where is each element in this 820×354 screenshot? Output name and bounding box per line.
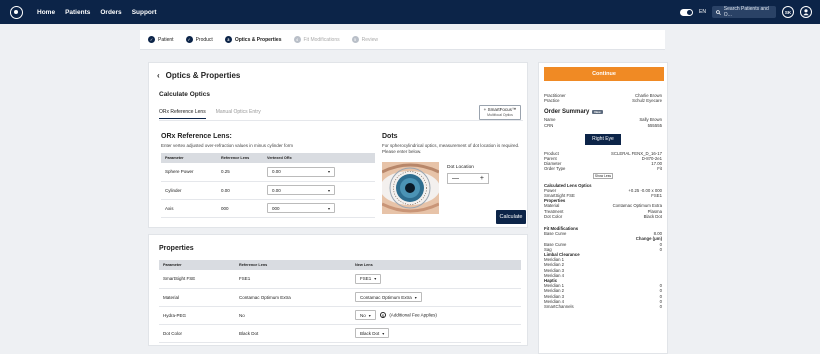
step-review[interactable]: 5 Review xyxy=(351,36,378,43)
order-stepper: ✓ Patient ✓ Product 3 Optics & Propertie… xyxy=(140,30,665,50)
continue-button[interactable]: Continue xyxy=(544,67,664,81)
chevron-down-icon: ▾ xyxy=(374,276,377,282)
hydra-peg-select[interactable]: No ▾ xyxy=(355,310,376,320)
avatar[interactable]: SK xyxy=(782,6,794,18)
smartfocus-button[interactable]: + SmartFocus™ Multifocal Optics xyxy=(479,105,521,120)
dot-location-stepper[interactable]: — + xyxy=(447,173,489,184)
tab-divider xyxy=(159,120,523,121)
order-summary-title: Order Summary New xyxy=(544,109,603,116)
step-fit-modifications[interactable]: 4 Fit Modifications xyxy=(293,36,340,43)
column-header: Reference Lens xyxy=(235,260,351,270)
chevron-down-icon: ▾ xyxy=(327,187,330,193)
search-input[interactable]: Search Patients and O... xyxy=(724,6,776,18)
optics-tabs: ORx Reference Lens Manual Optics Entry xyxy=(159,109,261,119)
step-number: 3 xyxy=(224,36,232,43)
nav-home[interactable]: Home xyxy=(37,9,55,16)
dollar-icon: $ xyxy=(380,311,387,318)
column-header: Vertexed ORx xyxy=(263,153,375,163)
check-icon: ✓ xyxy=(185,36,193,43)
global-search[interactable]: Search Patients and O... xyxy=(712,6,776,18)
properties-title: Properties xyxy=(159,245,194,252)
orx-table: Parameter Reference Lens Vertexed ORx Sp… xyxy=(161,153,375,218)
dot-color-select[interactable]: Black Dot ▾ xyxy=(355,328,390,338)
sphere-power-select[interactable]: 0.00 ▾ xyxy=(267,166,335,177)
show-less-button[interactable]: Show Less xyxy=(593,172,613,179)
column-header: Parameter xyxy=(159,260,235,270)
back-chevron-icon[interactable]: ‹ xyxy=(157,71,160,80)
fee-note: (Additional Fee Applies) xyxy=(389,312,437,318)
dots-description: For spherocylindrical optics, measuremen… xyxy=(382,143,520,154)
column-header: Reference Lens xyxy=(217,153,263,163)
language-toggle[interactable] xyxy=(680,8,694,16)
calculate-optics-heading: Calculate Optics xyxy=(159,91,210,98)
search-icon xyxy=(716,9,721,15)
chevron-down-icon: ▾ xyxy=(368,312,371,318)
table-row: SmartSight FSE FSE1 FSE1 ▾ xyxy=(159,270,521,289)
properties-card: Properties Parameter Reference Lens New … xyxy=(148,234,528,346)
optics-card: ‹ Optics & Properties Calculate Optics O… xyxy=(148,62,528,228)
column-header: New Lens xyxy=(351,260,521,270)
column-header: Parameter xyxy=(161,153,217,163)
tab-orx-reference[interactable]: ORx Reference Lens xyxy=(159,109,206,119)
table-row: Hydra-PEG No No ▾ $ (Additional Fee Appli… xyxy=(159,306,521,325)
calculate-button[interactable]: Calculate xyxy=(496,210,526,224)
status-badge: New xyxy=(592,110,603,115)
step-patient[interactable]: ✓ Patient xyxy=(148,36,174,43)
order-summary-panel: Continue Practitioner Charlie Brown Pract… xyxy=(538,62,668,354)
dots-title: Dots xyxy=(382,133,398,140)
brand-logo[interactable] xyxy=(10,5,23,19)
dot-location-label: Dot Location xyxy=(447,165,474,170)
top-nav-bar: Home Patients Orders Support EN Search P… xyxy=(0,0,820,24)
tab-manual-entry[interactable]: Manual Optics Entry xyxy=(216,109,261,119)
chevron-down-icon: ▾ xyxy=(327,169,330,175)
nav-patients[interactable]: Patients xyxy=(65,9,90,16)
page-title: ‹ Optics & Properties xyxy=(157,71,241,80)
table-row: Dot Color Black Dot Black Dot ▾ xyxy=(159,324,521,343)
step-number: 5 xyxy=(351,36,359,43)
properties-table: Parameter Reference Lens New Lens SmartS… xyxy=(159,260,521,343)
right-eye-button[interactable]: Right Eye xyxy=(585,133,621,145)
orx-title: ORx Reference Lens: xyxy=(161,133,232,140)
minus-button[interactable]: — xyxy=(452,175,459,182)
step-optics-properties[interactable]: 3 Optics & Properties xyxy=(224,36,282,43)
cylinder-select[interactable]: 0.00 ▾ xyxy=(267,185,335,195)
nav-orders[interactable]: Orders xyxy=(100,9,121,16)
table-row: Axis 000 000 ▾ xyxy=(161,199,375,218)
table-row: Material Contamac Optimum Extra Contamac… xyxy=(159,288,521,307)
nav-support[interactable]: Support xyxy=(132,9,157,16)
table-row: Cylinder 0.00 0.00 ▾ xyxy=(161,181,375,200)
material-select[interactable]: Contamac Optimum Extra ▾ xyxy=(355,292,422,302)
chevron-down-icon: ▾ xyxy=(382,330,385,336)
user-icon[interactable] xyxy=(800,6,812,18)
table-row: Sphere Power 0.25 0.00 ▾ xyxy=(161,163,375,182)
plus-button[interactable]: + xyxy=(480,175,484,182)
orx-description: Enter vertex adjusted over-refraction va… xyxy=(161,143,294,148)
step-number: 4 xyxy=(293,36,301,43)
language-label: EN xyxy=(699,9,706,15)
axis-select[interactable]: 000 ▾ xyxy=(267,203,335,213)
chevron-down-icon: ▾ xyxy=(327,205,330,211)
check-icon: ✓ xyxy=(148,36,155,43)
step-product[interactable]: ✓ Product xyxy=(185,36,213,43)
main-nav: Home Patients Orders Support xyxy=(37,9,157,16)
chevron-down-icon: ▾ xyxy=(414,294,417,300)
eye-image xyxy=(382,162,439,214)
fse-select[interactable]: FSE1 ▾ xyxy=(355,273,382,284)
